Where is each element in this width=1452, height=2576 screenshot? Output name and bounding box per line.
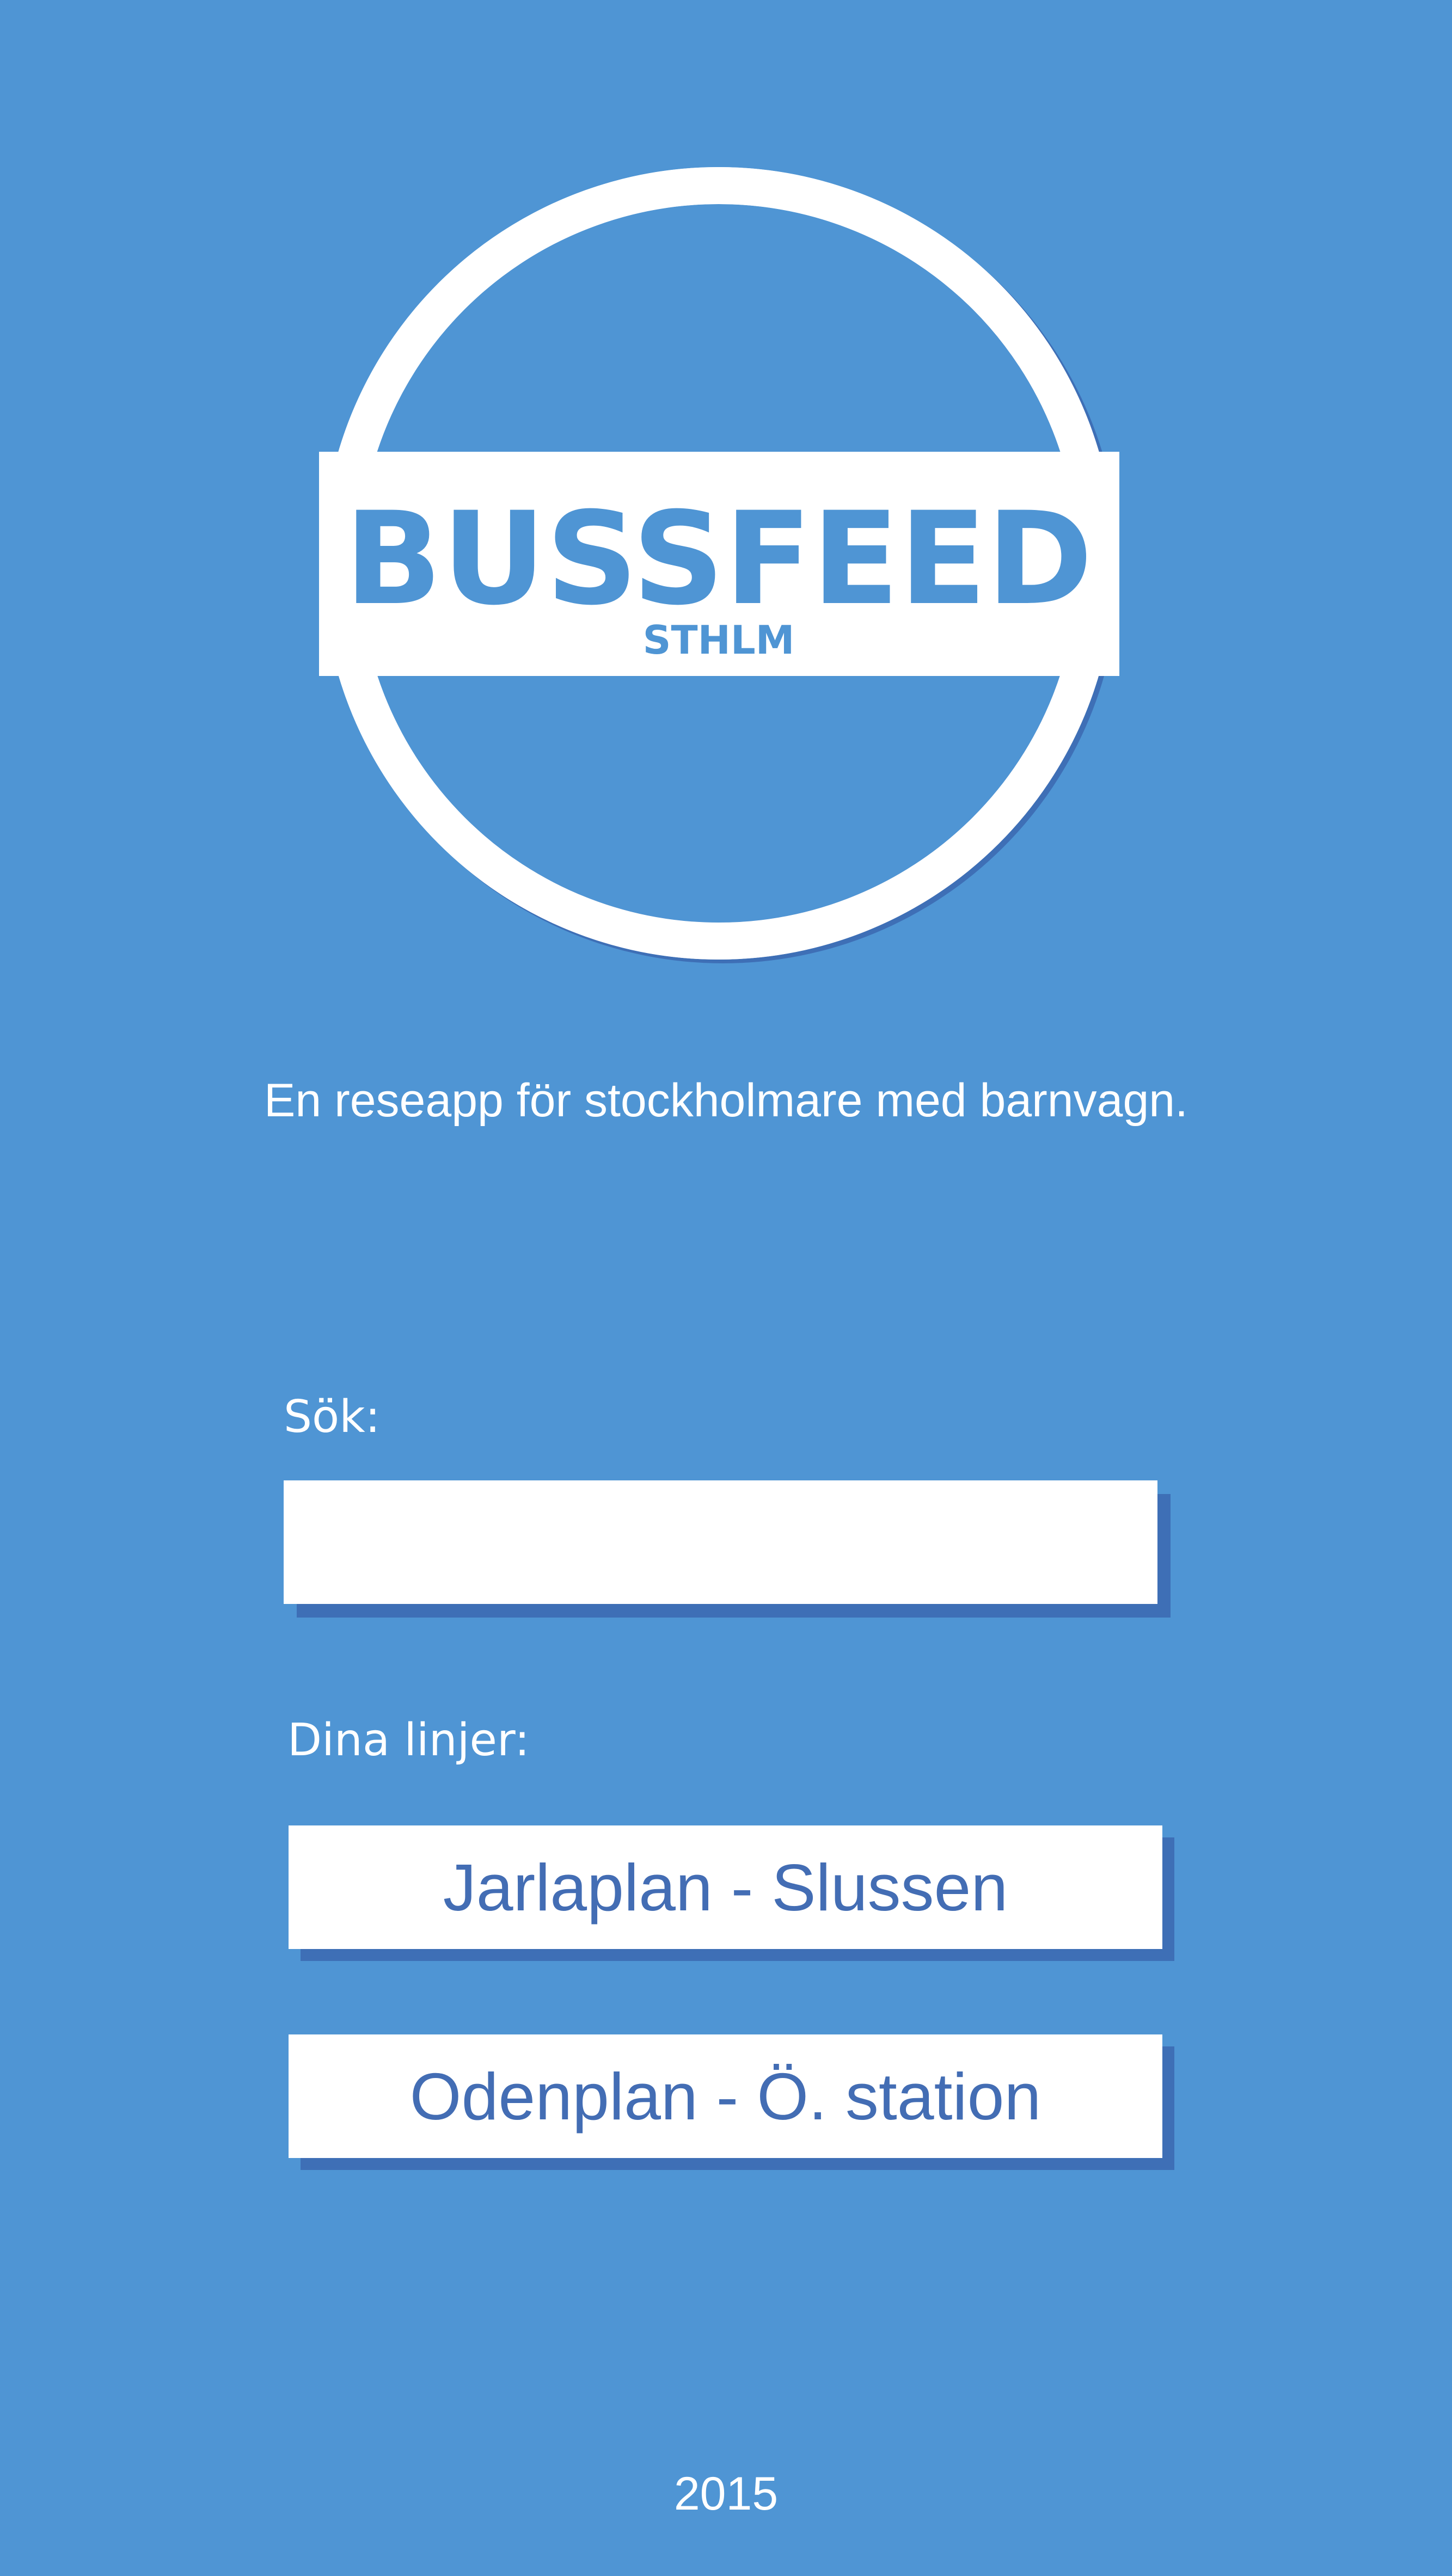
bussfeed-logo: BUSSFEED STHLM <box>319 166 1119 963</box>
logo-subtitle: STHLM <box>643 617 795 663</box>
search-label: Sök: <box>284 1391 381 1443</box>
line-button-label: Odenplan - Ö. station <box>409 2059 1041 2134</box>
tagline: En reseapp för stockholmare med barnvagn… <box>264 1074 1188 1127</box>
line-button-jarlaplan-slussen[interactable]: Jarlaplan - Slussen <box>289 1825 1162 1949</box>
logo-roundel-icon: BUSSFEED STHLM <box>319 167 1119 963</box>
app-screen: { "logo": { "name": "BUSSFEED", "subname… <box>0 0 1452 2576</box>
search-input[interactable] <box>284 1480 1157 1604</box>
footer-year: 2015 <box>673 2468 779 2520</box>
lines-label: Dina linjer: <box>287 1714 530 1766</box>
line-button-odenplan-ostation[interactable]: Odenplan - Ö. station <box>289 2034 1162 2158</box>
line-button-label: Jarlaplan - Slussen <box>443 1850 1008 1925</box>
logo-title: BUSSFEED <box>345 485 1093 634</box>
